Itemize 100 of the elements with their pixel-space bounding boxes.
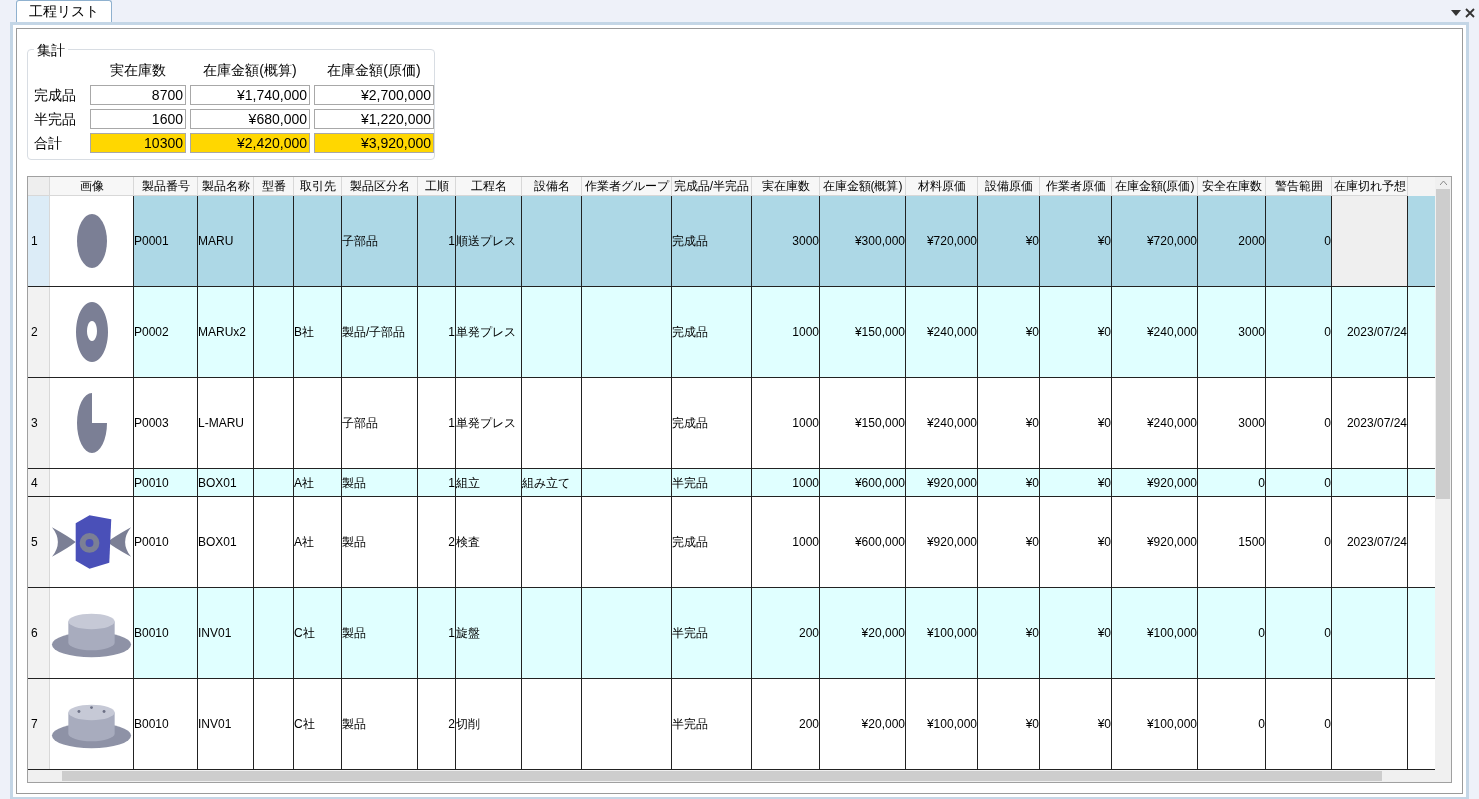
table-row[interactable]: 4 P0010 BOX01 A社 製品 1組立 組み立て 半完品 1000 ¥600,000 ¥920,000 ¥0 ¥0 ¥920,000 0 0	[28, 469, 1435, 497]
summary-column-header: 実在庫数	[109, 61, 167, 80]
scroll-thumb[interactable]	[62, 771, 1382, 781]
current-cell[interactable]	[1332, 196, 1408, 286]
table-cell: 製品	[342, 679, 418, 769]
vertical-scrollbar[interactable]	[1435, 177, 1451, 770]
summary-column-header: 在庫金額(原価)	[326, 61, 422, 80]
column-header[interactable]: 製品区分名	[342, 177, 418, 196]
table-cell: ¥0	[1040, 497, 1112, 587]
table-cell: 1000	[752, 378, 820, 468]
table-cell: 旋盤	[456, 588, 522, 678]
table-cell: INV01	[198, 679, 254, 769]
column-header[interactable]: 工程名	[456, 177, 522, 196]
table-cell: ¥20,000	[820, 679, 906, 769]
row-header[interactable]: 7	[28, 679, 50, 769]
table-cell: 200	[752, 588, 820, 678]
table-cell: ¥720,000	[906, 196, 978, 286]
column-header[interactable]: 製品名称	[198, 177, 254, 196]
column-header[interactable]: 製品番号	[134, 177, 198, 196]
column-header[interactable]: 取引先	[294, 177, 342, 196]
table-cell: ¥0	[1040, 469, 1112, 496]
summary-value-field: ¥2,700,000	[314, 85, 434, 105]
table-cell: ¥0	[1040, 287, 1112, 377]
table-cell: 3000	[1198, 287, 1266, 377]
column-header[interactable]: 型番	[254, 177, 294, 196]
column-header[interactable]: 実在庫数	[752, 177, 820, 196]
table-row[interactable]: 1 P0001 MARU 子部品 1順送プレス 完成品 3000 ¥300,000 ¥720,000 ¥0 ¥0 ¥720,000 2000 0	[28, 196, 1435, 287]
table-cell: ¥0	[978, 679, 1040, 769]
table-cell: ¥0	[978, 287, 1040, 377]
scroll-up-icon[interactable]	[1439, 181, 1447, 185]
table-cell: 0	[1198, 679, 1266, 769]
table-cell: 製品	[342, 497, 418, 587]
table-cell: 完成品	[672, 378, 752, 468]
close-icon[interactable]	[1465, 8, 1475, 18]
dropdown-icon[interactable]	[1451, 10, 1461, 16]
table-cell: MARUx2	[198, 287, 254, 377]
column-header[interactable]: 在庫切れ予想	[1332, 177, 1408, 196]
table-row[interactable]: 5 P0010 BOX01 A社 製品 2検査 完成品 1000 ¥600,000 ¥920,000 ¥0 ¥0 ¥920,000 1500 0 2023/07/24	[28, 497, 1435, 588]
table-cell: ¥150,000	[820, 287, 906, 377]
summary-value-field: ¥3,920,000	[314, 133, 434, 153]
table-cell: ¥300,000	[820, 196, 906, 286]
corner-cell[interactable]	[28, 177, 50, 196]
column-header[interactable]: 画像	[50, 177, 134, 196]
table-row[interactable]: 7 B0010 INV01 C社 製品 2切削 半完品 200 ¥20,000 ¥100,000 ¥0 ¥0 ¥100,000 0 0	[28, 679, 1435, 770]
table-row[interactable]: 6 B0010 INV01 C社 製品 1旋盤 半完品 200 ¥20,000 ¥100,000 ¥0 ¥0 ¥100,000 0 0	[28, 588, 1435, 679]
table-cell: 半完品	[672, 469, 752, 496]
row-header[interactable]: 3	[28, 378, 50, 468]
table-cell: ¥0	[978, 378, 1040, 468]
table-cell: ¥100,000	[1112, 679, 1198, 769]
table-cell: P0003	[134, 378, 198, 468]
summary-row-label: 合計	[34, 134, 63, 153]
table-cell: ¥150,000	[820, 378, 906, 468]
table-cell: INV01	[198, 588, 254, 678]
column-header[interactable]: 完成品/半完品	[672, 177, 752, 196]
row-header[interactable]: 2	[28, 287, 50, 377]
table-cell: ¥0	[978, 588, 1040, 678]
row-header[interactable]: 5	[28, 497, 50, 587]
table-cell: ¥0	[1040, 378, 1112, 468]
column-header[interactable]: 作業者原価	[1040, 177, 1112, 196]
table-cell: 子部品	[342, 378, 418, 468]
table-cell: B0010	[134, 679, 198, 769]
table-cell: ¥600,000	[820, 469, 906, 496]
table-cell: ¥100,000	[906, 588, 978, 678]
column-header[interactable]: 在庫金額(原価)	[1112, 177, 1198, 196]
column-header[interactable]: 設備名	[522, 177, 582, 196]
summary-value-field: 8700	[90, 85, 186, 105]
list-tab[interactable]: 工程リスト	[16, 0, 112, 22]
column-header[interactable]: 作業者グループ	[582, 177, 672, 196]
column-header[interactable]: 材料原価	[906, 177, 978, 196]
table-cell: ¥720,000	[1112, 196, 1198, 286]
table-cell: 子部品	[342, 196, 418, 286]
table-cell: 2023/07/24	[1332, 287, 1408, 377]
table-cell: 0	[1266, 588, 1332, 678]
column-header[interactable]: 在庫金額(概算)	[820, 177, 906, 196]
table-cell: 0	[1266, 378, 1332, 468]
scroll-thumb[interactable]	[1436, 189, 1450, 499]
table-row[interactable]: 3 P0003 L-MARU 子部品 1単発プレス 完成品 1000 ¥150,000 ¥240,000 ¥0 ¥0 ¥240,000 3000 0 2023/07/24	[28, 378, 1435, 469]
ring-icon	[74, 301, 109, 363]
table-cell: 0	[1266, 287, 1332, 377]
column-header[interactable]: 工順	[418, 177, 456, 196]
table-cell: BOX01	[198, 497, 254, 587]
table-cell: 2000	[1198, 196, 1266, 286]
table-cell: B社	[294, 287, 342, 377]
table-cell: C社	[294, 588, 342, 678]
table-cell: P0001	[134, 196, 198, 286]
table-cell: 1500	[1198, 497, 1266, 587]
column-header[interactable]: 安全在庫数	[1198, 177, 1266, 196]
column-header[interactable]: 警告範囲	[1266, 177, 1332, 196]
table-cell: 1	[418, 588, 456, 678]
column-header[interactable]: 設備原価	[978, 177, 1040, 196]
table-cell: 製品	[342, 588, 418, 678]
table-cell: ¥920,000	[1112, 497, 1198, 587]
summary-value-field: 10300	[90, 133, 186, 153]
table-cell: 切削	[456, 679, 522, 769]
row-header[interactable]: 4	[28, 469, 50, 496]
row-header[interactable]: 6	[28, 588, 50, 678]
table-row[interactable]: 2 P0002 MARUx2 B社 製品/子部品 1単発プレス 完成品 1000 ¥150,000 ¥240,000 ¥0 ¥0 ¥240,000 3000 0 2023/07/24	[28, 287, 1435, 378]
horizontal-scrollbar[interactable]	[28, 770, 1451, 782]
row-header[interactable]: 1	[28, 196, 50, 286]
table-cell: 完成品	[672, 287, 752, 377]
